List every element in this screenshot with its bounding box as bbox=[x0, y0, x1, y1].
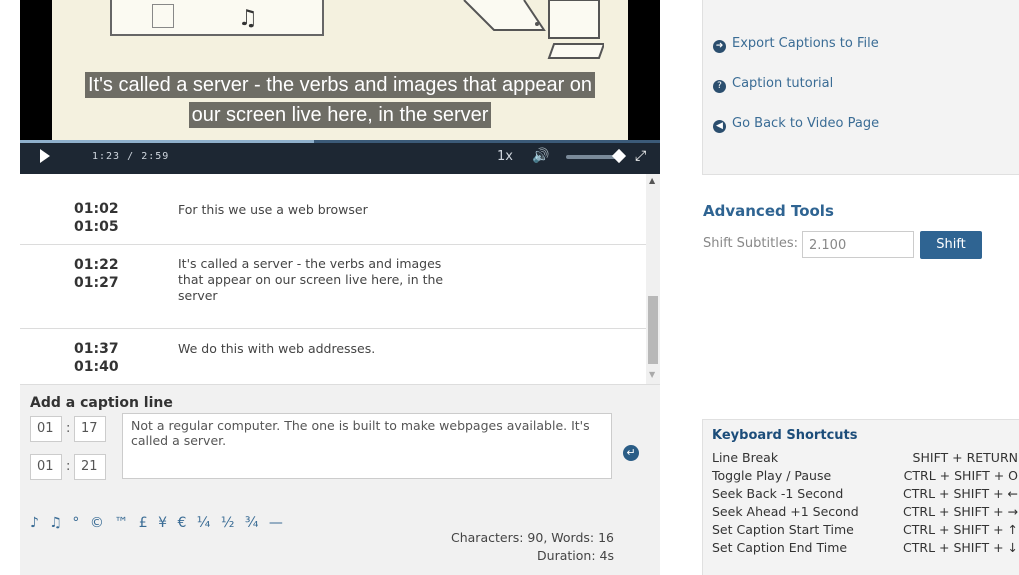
video-player[interactable]: ♫ It's called a server - the verbs and i… bbox=[20, 0, 660, 174]
start-seconds-input[interactable]: 17 bbox=[74, 416, 106, 442]
shortcut-keys: CTRL + SHIFT + ← bbox=[903, 486, 1018, 501]
caption-duration: Duration: 4s bbox=[537, 548, 614, 563]
video-caption-line-1: It's called a server - the verbs and ima… bbox=[20, 72, 660, 98]
player-controls: 1:23 / 2:59 1x 🔊 ⤢ bbox=[20, 140, 660, 174]
start-minutes-input[interactable]: 01 bbox=[30, 416, 62, 442]
caption-text: our screen live here, in the server bbox=[188, 102, 492, 128]
caption-text: It's called a server - the verbs and ima… bbox=[178, 256, 444, 303]
music-note-doodle: ♫ bbox=[238, 6, 258, 31]
scroll-down-icon[interactable]: ▼ bbox=[649, 370, 655, 379]
fullscreen-icon[interactable]: ⤢ bbox=[635, 148, 646, 164]
doodle-drawing bbox=[110, 0, 324, 36]
shortcut-row: Set Caption Start Time CTRL + SHIFT + ↑ bbox=[712, 521, 1018, 538]
shortcut-keys: CTRL + SHIFT + ↓ bbox=[903, 540, 1018, 555]
back-icon: ◀ bbox=[713, 120, 726, 133]
caption-text: We do this with web addresses. bbox=[178, 341, 376, 356]
time-separator: / bbox=[127, 151, 135, 162]
caption-start: 01:22 bbox=[74, 257, 119, 273]
caption-row[interactable]: 01:22 01:27 It's called a server - the v… bbox=[20, 245, 660, 329]
caption-text: It's called a server - the verbs and ima… bbox=[84, 72, 596, 98]
caption-actions-panel: ➜ Export Captions to File ? Caption tutori… bbox=[702, 0, 1019, 175]
scroll-thumb[interactable] bbox=[648, 296, 658, 364]
char-word-count: Characters: 90, Words: 16 bbox=[451, 530, 614, 545]
progress-fill bbox=[20, 140, 315, 143]
shortcut-keys: CTRL + SHIFT + ↑ bbox=[903, 522, 1018, 537]
shift-button[interactable]: Shift bbox=[920, 231, 982, 259]
caption-list: 01:02 01:05 For this we use a web browse… bbox=[20, 174, 660, 384]
shortcut-row: Seek Back -1 Second CTRL + SHIFT + ← bbox=[712, 485, 1018, 502]
back-to-video-link[interactable]: ◀ Go Back to Video Page bbox=[713, 116, 879, 133]
shortcut-label: Set Caption End Time bbox=[712, 540, 848, 555]
special-characters[interactable]: ♪ ♫ ° © ™ £ ¥ € ¼ ½ ¾ — bbox=[30, 515, 286, 531]
shortcut-keys: SHIFT + RETURN bbox=[912, 450, 1018, 465]
caption-list-scrollbar[interactable]: ▲ ▼ bbox=[646, 174, 660, 384]
caption-stats: Characters: 90, Words: 16 Duration: 4s bbox=[451, 529, 614, 565]
export-captions-link[interactable]: ➜ Export Captions to File bbox=[713, 36, 879, 53]
progress-bar[interactable] bbox=[20, 140, 660, 143]
total-time: 2:59 bbox=[141, 151, 170, 162]
shortcut-row: Set Caption End Time CTRL + SHIFT + ↓ bbox=[712, 539, 1018, 556]
volume-icon[interactable]: 🔊 bbox=[532, 148, 549, 164]
volume-knob[interactable] bbox=[611, 148, 627, 164]
computer-doodle bbox=[463, 0, 604, 59]
time-display: 1:23 / 2:59 bbox=[92, 151, 169, 162]
help-icon: ? bbox=[713, 80, 726, 93]
shortcut-label: Seek Back -1 Second bbox=[712, 486, 844, 501]
keyboard-shortcuts-panel: Keyboard Shortcuts Line Break SHIFT + RET… bbox=[702, 419, 1019, 575]
time-colon: : bbox=[66, 459, 71, 474]
shift-subtitles-label: Shift Subtitles: bbox=[703, 236, 798, 251]
shortcut-row: Seek Ahead +1 Second CTRL + SHIFT + → bbox=[712, 503, 1018, 520]
shortcut-row: Line Break SHIFT + RETURN bbox=[712, 449, 1018, 466]
caption-row[interactable]: 01:02 01:05 For this we use a web browse… bbox=[20, 174, 660, 245]
shortcut-label: Toggle Play / Pause bbox=[712, 468, 832, 483]
caption-end: 01:40 bbox=[74, 359, 119, 375]
caption-text-input[interactable]: Not a regular computer. The one is built… bbox=[122, 413, 612, 479]
caption-editor: ♫ It's called a server - the verbs and i… bbox=[20, 0, 660, 575]
caption-start: 01:02 bbox=[74, 201, 119, 217]
add-caption-heading: Add a caption line bbox=[30, 395, 173, 411]
submit-caption-icon[interactable]: ↵ bbox=[623, 445, 639, 461]
link-label: Go Back to Video Page bbox=[732, 116, 880, 131]
end-seconds-input[interactable]: 21 bbox=[74, 454, 106, 480]
shortcut-label: Seek Ahead +1 Second bbox=[712, 504, 859, 519]
time-colon: : bbox=[66, 421, 71, 436]
caption-start: 01:37 bbox=[74, 341, 119, 357]
caption-end: 01:27 bbox=[74, 275, 119, 291]
current-time: 1:23 bbox=[92, 151, 121, 162]
shortcut-keys: CTRL + SHIFT + O bbox=[903, 468, 1018, 483]
shift-subtitles-input[interactable]: 2.100 bbox=[802, 231, 914, 258]
video-caption-line-2: our screen live here, in the server bbox=[20, 102, 660, 128]
caption-end: 01:05 bbox=[74, 219, 119, 235]
shortcut-keys: CTRL + SHIFT + → bbox=[903, 504, 1018, 519]
caption-text: For this we use a web browser bbox=[178, 202, 368, 217]
advanced-tools-title: Advanced Tools bbox=[703, 202, 834, 220]
link-label: Caption tutorial bbox=[732, 76, 834, 91]
doodle-knob bbox=[152, 4, 174, 28]
scroll-up-icon[interactable]: ▲ bbox=[649, 176, 655, 185]
add-caption-panel: Add a caption line 01 : 17 01 : 21 Not a… bbox=[20, 384, 660, 575]
shortcut-label: Line Break bbox=[712, 450, 779, 465]
caption-row[interactable]: 01:37 01:40 We do this with web addresse… bbox=[20, 329, 660, 384]
export-icon: ➜ bbox=[713, 40, 726, 53]
link-label: Export Captions to File bbox=[732, 36, 879, 51]
end-minutes-input[interactable]: 01 bbox=[30, 454, 62, 480]
shortcut-label: Set Caption Start Time bbox=[712, 522, 854, 537]
shortcuts-title: Keyboard Shortcuts bbox=[712, 428, 858, 443]
speed-button[interactable]: 1x bbox=[497, 149, 513, 164]
shortcut-row: Toggle Play / Pause CTRL + SHIFT + O bbox=[712, 467, 1018, 484]
caption-tutorial-link[interactable]: ? Caption tutorial bbox=[713, 76, 833, 93]
play-icon[interactable] bbox=[40, 149, 50, 163]
